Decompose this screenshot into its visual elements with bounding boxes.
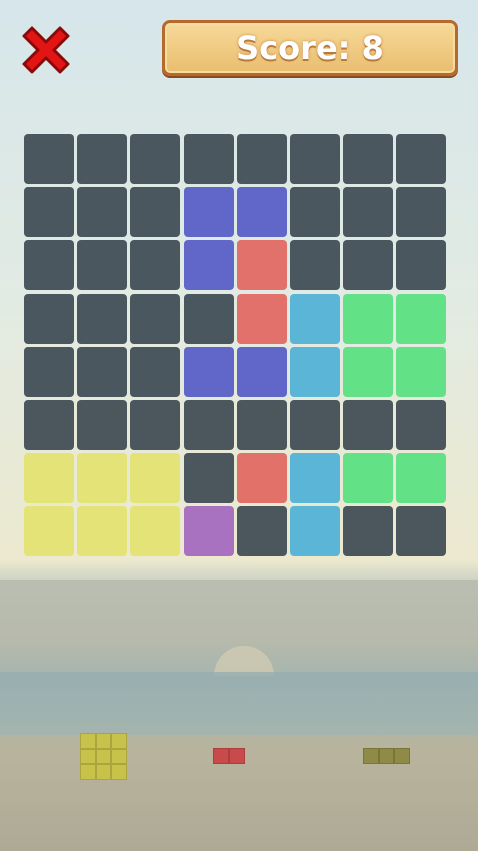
score-panel: Score: 8	[162, 20, 458, 76]
board-cell-empty[interactable]	[343, 187, 394, 238]
piece-block	[80, 764, 96, 781]
board-cell-red[interactable]	[236, 453, 287, 504]
piece-block	[394, 748, 411, 764]
board-cell-empty[interactable]	[183, 134, 234, 184]
board-cell-empty[interactable]	[77, 400, 128, 450]
board-cell-yellow[interactable]	[130, 506, 181, 557]
piece-block	[111, 733, 128, 749]
board-cell-cyan[interactable]	[290, 293, 340, 344]
piece-block	[363, 748, 379, 764]
board-cell-green[interactable]	[396, 293, 447, 344]
board-cell-empty[interactable]	[343, 134, 394, 184]
piece-tray	[0, 700, 478, 820]
board-cell-yellow[interactable]	[130, 453, 181, 504]
board-cell-empty[interactable]	[396, 506, 447, 557]
board-cell-cyan[interactable]	[290, 506, 340, 557]
board-cell-empty[interactable]	[24, 346, 74, 397]
board-cell-green[interactable]	[396, 453, 447, 504]
board-cell-empty[interactable]	[236, 506, 287, 557]
board-cell-empty[interactable]	[396, 240, 447, 291]
board-cell-empty[interactable]	[77, 240, 128, 291]
board-cell-purple[interactable]	[183, 506, 234, 557]
board-cell-empty[interactable]	[130, 187, 181, 238]
board-cell-empty[interactable]	[343, 240, 394, 291]
board-cell-empty[interactable]	[130, 400, 181, 450]
game-board[interactable]	[24, 134, 450, 558]
board-cell-green[interactable]	[343, 346, 394, 397]
board-cell-empty[interactable]	[183, 453, 234, 504]
piece-block	[213, 748, 229, 764]
board-cell-yellow[interactable]	[77, 506, 128, 557]
board-cell-blue[interactable]	[183, 240, 234, 291]
board-cell-empty[interactable]	[290, 400, 340, 450]
board-cell-blue[interactable]	[183, 187, 234, 238]
score-label: Score: 8	[236, 29, 384, 67]
board-cell-empty[interactable]	[24, 293, 74, 344]
board-cell-empty[interactable]	[77, 134, 128, 184]
board-cell-empty[interactable]	[290, 240, 340, 291]
piece-block	[111, 748, 128, 765]
board-cell-empty[interactable]	[130, 134, 181, 184]
board-cell-cyan[interactable]	[290, 453, 340, 504]
board-cell-green[interactable]	[343, 293, 394, 344]
board-cell-red[interactable]	[236, 240, 287, 291]
board-cell-empty[interactable]	[343, 400, 394, 450]
board-cell-blue[interactable]	[236, 187, 287, 238]
board-cell-cyan[interactable]	[290, 346, 340, 397]
board-cell-yellow[interactable]	[77, 453, 128, 504]
board-cell-empty[interactable]	[24, 134, 74, 184]
close-x-icon	[22, 26, 70, 74]
piece-block	[229, 748, 245, 764]
piece-block	[95, 748, 112, 765]
board-cell-empty[interactable]	[24, 240, 74, 291]
board-cell-empty[interactable]	[290, 134, 340, 184]
board-cell-empty[interactable]	[130, 346, 181, 397]
board-cell-empty[interactable]	[24, 400, 74, 450]
board-cell-yellow[interactable]	[24, 453, 74, 504]
piece-block	[95, 764, 112, 781]
piece-block	[80, 733, 96, 749]
piece-block	[95, 733, 112, 749]
board-cell-empty[interactable]	[343, 506, 394, 557]
board-cell-green[interactable]	[396, 346, 447, 397]
board-cell-red[interactable]	[236, 293, 287, 344]
board-cell-empty[interactable]	[77, 293, 128, 344]
board-cell-empty[interactable]	[290, 187, 340, 238]
board-cell-empty[interactable]	[396, 134, 447, 184]
piece-block	[80, 748, 96, 765]
piece-block	[378, 748, 395, 764]
board-cell-empty[interactable]	[396, 187, 447, 238]
board-cell-green[interactable]	[343, 453, 394, 504]
board-cell-empty[interactable]	[130, 293, 181, 344]
board-cell-empty[interactable]	[130, 240, 181, 291]
board-cell-empty[interactable]	[236, 134, 287, 184]
board-cell-empty[interactable]	[183, 400, 234, 450]
board-cell-yellow[interactable]	[24, 506, 74, 557]
board-cell-blue[interactable]	[236, 346, 287, 397]
board-cell-empty[interactable]	[77, 346, 128, 397]
close-button[interactable]	[14, 18, 78, 82]
board-cell-blue[interactable]	[183, 346, 234, 397]
board-cell-empty[interactable]	[236, 400, 287, 450]
board-cell-empty[interactable]	[24, 187, 74, 238]
board-cell-empty[interactable]	[77, 187, 128, 238]
board-cell-empty[interactable]	[183, 293, 234, 344]
piece-block	[111, 764, 128, 781]
board-cell-empty[interactable]	[396, 400, 447, 450]
